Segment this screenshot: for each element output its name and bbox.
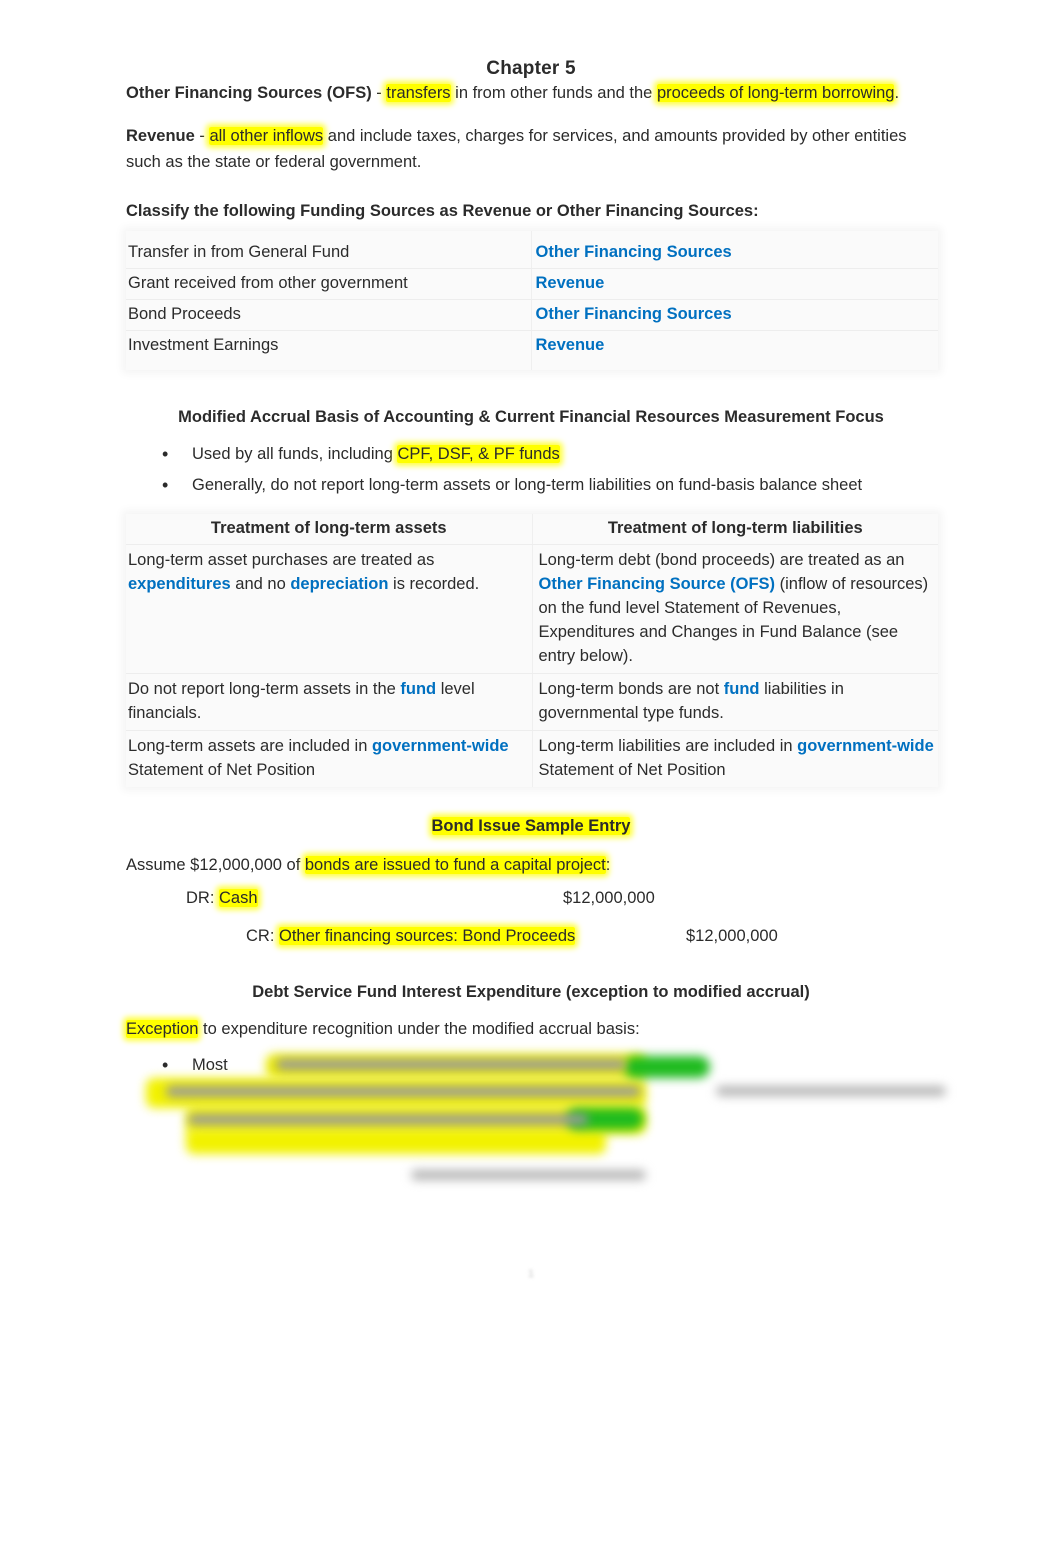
redacted-text-line xyxy=(276,1059,626,1071)
assume-text-post: : xyxy=(605,855,611,874)
dr-prefix: DR: xyxy=(186,888,219,907)
liabilities-treatment-cell: Long-term debt (bond proceeds) are treat… xyxy=(531,544,938,674)
assets-r1-text-c: and no xyxy=(230,575,291,594)
assets-r1-text-a: Long-term asset purchases are treated as xyxy=(128,551,435,570)
cell-spacer xyxy=(128,597,530,655)
redacted-green-block xyxy=(624,1056,710,1079)
heading-modified-accrual: Modified Accrual Basis of Accounting & C… xyxy=(178,407,884,426)
link-fund: fund xyxy=(723,679,760,698)
table-row: Grant received from other government Rev… xyxy=(126,268,938,300)
column-header-long-term-liabilities: Treatment of long-term liabilities xyxy=(531,514,938,546)
bullet-most-label: Most xyxy=(192,1056,228,1075)
heading-bond-issue-sample-entry: Bond Issue Sample Entry xyxy=(126,816,936,836)
exception-intro-rest: to expenditure recognition under the mod… xyxy=(198,1019,640,1038)
modified-accrual-bullets: Used by all funds, including CPF, DSF, &… xyxy=(126,440,936,500)
liab-r3-text-c: Statement of Net Position xyxy=(538,760,726,779)
highlight-bonds-issued-capital-project: bonds are issued to fund a capital proje… xyxy=(304,855,606,874)
liab-r3-text-a: Long-term liabilities are included in xyxy=(538,736,798,755)
table-row: Bond Proceeds Other Financing Sources xyxy=(126,299,938,331)
column-header-long-term-assets: Treatment of long-term assets xyxy=(126,514,532,546)
redacted-text-line xyxy=(188,1114,588,1126)
link-government-wide: government-wide xyxy=(797,736,934,755)
page-number: 1 xyxy=(527,1268,535,1280)
term-revenue: Revenue xyxy=(126,126,195,145)
debit-amount: $12,000,000 xyxy=(563,888,655,907)
list-item: Used by all funds, including CPF, DSF, &… xyxy=(162,440,936,469)
liab-r2-text-a: Long-term bonds are not xyxy=(538,679,724,698)
highlight-cash: Cash xyxy=(219,888,258,907)
table-row: Long-term asset purchases are treated as… xyxy=(126,544,938,674)
table-row: Investment Earnings Revenue xyxy=(126,330,938,370)
table-row: Long-term assets are included in governm… xyxy=(126,730,938,787)
heading-dsf-interest-expenditure: Debt Service Fund Interest Expenditure (… xyxy=(252,982,810,1001)
redacted-highlight-block xyxy=(186,1128,606,1155)
highlight-bond-issue-heading: Bond Issue Sample Entry xyxy=(431,816,631,835)
treatment-table: Treatment of long-term assets Treatment … xyxy=(126,514,938,787)
funding-source-cell: Grant received from other government xyxy=(126,268,531,300)
journal-entry-debit-line: DR: Cash $12,000,000 xyxy=(126,888,936,913)
assets-r1-text-e: is recorded. xyxy=(388,575,480,594)
credit-amount: $12,000,000 xyxy=(686,926,778,945)
assume-text-pre: Assume $12,000,000 of xyxy=(126,855,305,874)
funding-source-cell: Transfer in from General Fund xyxy=(126,231,531,270)
highlight-exception: Exception xyxy=(126,1019,199,1038)
bullet-used-by-all-funds-text: Used by all funds, including xyxy=(192,444,398,463)
link-government-wide: government-wide xyxy=(371,736,509,755)
revenue-dash: - xyxy=(194,126,210,145)
paragraph-revenue-definition: Revenue - all other inflows and include … xyxy=(126,123,936,176)
term-ofs: Other Financing Sources (OFS) xyxy=(126,84,372,102)
redacted-content-region: Most xyxy=(126,1052,946,1237)
classification-answer-cell: Revenue xyxy=(530,330,938,370)
funding-source-cell: Investment Earnings xyxy=(128,335,279,354)
highlight-cpf-dsf-pf-funds: CPF, DSF, & PF funds xyxy=(397,444,560,463)
table-row: Transfer in from General Fund Other Fina… xyxy=(126,231,938,270)
paragraph-ofs-definition: Other Financing Sources (OFS) - transfer… xyxy=(126,80,936,107)
document-body: Other Financing Sources (OFS) - transfer… xyxy=(0,80,1062,1237)
link-expenditures: expenditures xyxy=(128,575,231,594)
page-title: Chapter 5 xyxy=(486,58,576,79)
liabilities-treatment-cell: Long-term bonds are not fund liabilities… xyxy=(531,673,938,731)
classification-answer-cell: Revenue xyxy=(530,268,938,300)
journal-entry-credit-line: CR: Other financing sources: Bond Procee… xyxy=(126,926,936,951)
classification-answer-cell: Other Financing Sources xyxy=(530,231,938,270)
assets-treatment-cell: Long-term assets are included in governm… xyxy=(126,730,532,786)
liab-r1-text-a: Long-term debt (bond proceeds) are treat… xyxy=(538,551,905,570)
classification-answer-cell: Other Financing Sources xyxy=(530,299,938,331)
list-item-most: Most xyxy=(162,1055,228,1076)
highlight-transfers: transfers xyxy=(386,84,451,102)
table-header-row: Treatment of long-term assets Treatment … xyxy=(126,514,938,546)
classify-prompt: Classify the following Funding Sources a… xyxy=(126,202,759,221)
paragraph-exception-intro: Exception to expenditure recognition und… xyxy=(126,1016,936,1043)
assets-treatment-cell: Do not report long-term assets in the fu… xyxy=(126,673,532,731)
link-fund: fund xyxy=(400,679,437,698)
link-other-financing-source-ofs: Other Financing Source (OFS) xyxy=(538,575,776,594)
highlight-proceeds-long-term-borrowing: proceeds of long-term borrowing xyxy=(656,84,895,102)
highlight-all-other-inflows: all other inflows xyxy=(209,126,324,145)
debit-label: DR: Cash xyxy=(186,888,258,908)
redacted-text-line xyxy=(411,1170,646,1181)
ofs-period: . xyxy=(894,84,900,102)
assets-r3-text-a: Long-term assets are included in xyxy=(128,736,372,755)
liabilities-treatment-cell: Long-term liabilities are included in go… xyxy=(531,730,938,787)
funding-source-cell: Bond Proceeds xyxy=(126,299,531,331)
classify-table: Transfer in from General Fund Other Fina… xyxy=(126,231,938,370)
document-page: Chapter 5 Other Financing Sources (OFS) … xyxy=(0,0,1062,1556)
assets-r2-text-a: Do not report long-term assets in the xyxy=(128,679,401,698)
highlight-other-financing-sources-bond-proceeds: Other financing sources: Bond Proceeds xyxy=(279,926,576,945)
paragraph-assume-bonds: Assume $12,000,000 of bonds are issued t… xyxy=(126,855,936,875)
assets-treatment-cell: Long-term asset purchases are treated as… xyxy=(126,544,532,674)
credit-label: CR: Other financing sources: Bond Procee… xyxy=(246,926,576,946)
link-depreciation: depreciation xyxy=(290,575,389,594)
ofs-dash: - xyxy=(371,84,387,102)
redacted-text-line xyxy=(166,1086,641,1098)
list-item: Generally, do not report long-term asset… xyxy=(162,471,936,500)
redacted-text-line xyxy=(716,1086,946,1097)
cr-prefix: CR: xyxy=(246,926,279,945)
table-row: Do not report long-term assets in the fu… xyxy=(126,673,938,731)
assets-r3-text-c: Statement of Net Position xyxy=(128,760,316,779)
ofs-mid-text: in from other funds and the xyxy=(450,84,657,102)
